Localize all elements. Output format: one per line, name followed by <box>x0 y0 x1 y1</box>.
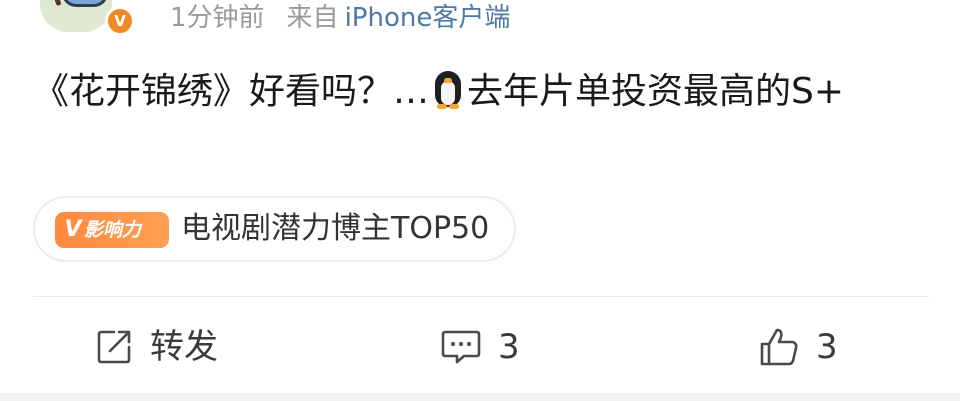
post-text-part-2: 去年片单投资最高的S+ <box>467 71 845 112</box>
post-meta: 1分钟前 来自 iPhone客户端 <box>170 0 510 36</box>
like-button[interactable]: 3 <box>758 320 838 374</box>
comment-count: 3 <box>498 327 520 367</box>
post-text: 《花开锦绣》好看吗？… 去年片单投资最高的S+ <box>33 64 933 120</box>
avatar-shovel <box>47 0 62 7</box>
feed-separator <box>0 393 960 401</box>
divider <box>33 296 929 297</box>
post-time: 1分钟前 <box>170 3 265 33</box>
penguin-emoji-icon <box>431 69 465 109</box>
repost-icon <box>97 330 131 364</box>
comment-button[interactable]: 3 <box>440 320 520 374</box>
verified-badge-icon: V <box>105 6 135 36</box>
influence-tag-label: 电视剧潜力博主TOP50 <box>181 211 490 246</box>
repost-label: 转发 <box>150 327 218 367</box>
repost-button[interactable]: 转发 <box>94 320 218 374</box>
comment-icon <box>441 330 481 364</box>
thumbs-up-icon <box>760 328 798 366</box>
source-prefix: 来自 <box>286 3 339 33</box>
avatar-character <box>62 0 108 7</box>
avatar[interactable] <box>40 0 112 32</box>
influence-v-icon: V <box>64 217 82 242</box>
source-client[interactable]: iPhone客户端 <box>345 3 511 33</box>
post-text-part-1: 《花开锦绣》好看吗？… <box>33 71 430 112</box>
influence-tag[interactable]: V 影响力 电视剧潜力博主TOP50 <box>33 196 516 262</box>
like-count: 3 <box>816 327 838 367</box>
influence-chip: V 影响力 <box>55 212 169 248</box>
influence-chip-text: 影响力 <box>84 219 142 241</box>
